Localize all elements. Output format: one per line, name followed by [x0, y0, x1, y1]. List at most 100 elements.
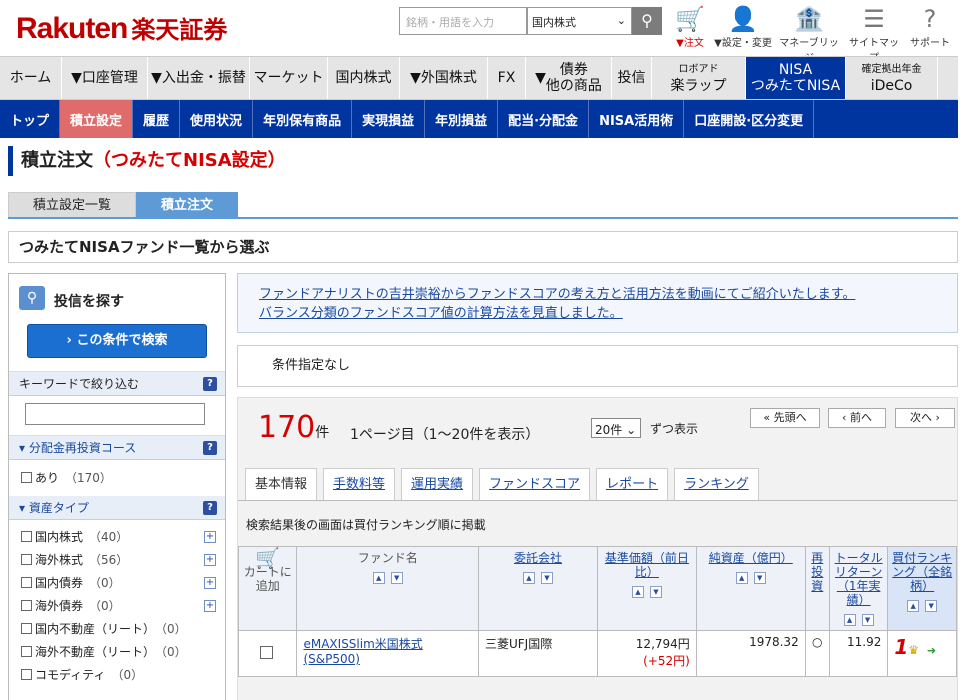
expand-icon[interactable]: +: [204, 531, 216, 543]
filter-asset-commodity[interactable]: コモディティ （0）: [9, 664, 225, 687]
prev-page-button[interactable]: ‹ 前へ: [828, 408, 886, 428]
sort-asc-icon[interactable]: ▲: [522, 572, 535, 584]
filter-asset-foreign-stock[interactable]: 海外株式 （56） +: [9, 549, 225, 572]
notice-link-score[interactable]: バランス分類のファンドスコア値の計算方法を見直しました。: [259, 304, 957, 323]
subnav-realized[interactable]: 実現損益: [352, 100, 426, 138]
keyword-input[interactable]: [25, 403, 205, 425]
nav-domestic-stock[interactable]: 国内株式: [328, 57, 400, 99]
bonds-line1: 債券: [559, 62, 588, 78]
subnav-top[interactable]: トップ: [0, 100, 61, 138]
nav-market[interactable]: マーケット: [250, 57, 328, 99]
checkbox[interactable]: [21, 600, 32, 611]
nav-nisa[interactable]: NISA つみたてNISA: [746, 57, 846, 99]
tab-report[interactable]: レポート: [596, 468, 669, 500]
subnav-annual-pl[interactable]: 年別損益: [425, 100, 499, 138]
trend-arrow-icon: ➜: [926, 644, 937, 657]
tab-fund-score[interactable]: ファンドスコア: [479, 468, 591, 500]
filter-asset-jp-bond[interactable]: 国内債券 （0） +: [9, 572, 225, 595]
filter-asset-foreign-reit[interactable]: 海外不動産（リート） （0）: [9, 641, 225, 664]
nav-home[interactable]: ホーム: [0, 57, 62, 99]
nav-fx[interactable]: FX: [488, 57, 526, 99]
expand-icon[interactable]: +: [204, 600, 216, 612]
fund-name-link[interactable]: eMAXISSlim米国株式(S&P500): [303, 637, 422, 666]
settings-menu[interactable]: 👤 ▼設定・変更: [712, 4, 774, 49]
col-cart-label: カートに追加: [243, 565, 292, 593]
next-page-button[interactable]: 次へ ›: [895, 408, 955, 428]
filter-asset-jp-reit[interactable]: 国内不動産（リート） （0）: [9, 618, 225, 641]
col-assets-label[interactable]: 純資産（億円）: [709, 551, 793, 565]
expand-icon[interactable]: +: [204, 577, 216, 589]
sort-desc-icon[interactable]: ▼: [861, 614, 874, 626]
logo-text: Rakuten: [16, 12, 128, 45]
reinvest-header[interactable]: ▾ 分配金再投資コース ?: [9, 436, 225, 460]
sort-asc-icon[interactable]: ▲: [631, 586, 644, 598]
search-input[interactable]: 銘柄・用語を入力: [399, 7, 527, 35]
first-page-button[interactable]: « 先頭へ: [750, 408, 820, 428]
col-company-label[interactable]: 委託会社: [514, 551, 562, 565]
tab-fees[interactable]: 手数料等: [323, 468, 396, 500]
page-title-sub: （つみたてNISA設定）: [93, 150, 286, 171]
help-icon[interactable]: ?: [203, 441, 217, 455]
checkbox[interactable]: [21, 472, 32, 483]
nav-ideco[interactable]: 確定拠出年金 iDeCo: [846, 57, 938, 99]
search-scope-select[interactable]: 国内株式 ⌄: [527, 7, 632, 35]
subnav-dividends[interactable]: 配当·分配金: [498, 100, 590, 138]
tab-settings-list[interactable]: 積立設定一覧: [8, 192, 137, 218]
search-condition-button[interactable]: › この条件で検索: [27, 324, 207, 358]
subnav-holdings[interactable]: 年別保有商品: [253, 100, 353, 138]
subnav-account-open[interactable]: 口座開設·区分変更: [684, 100, 815, 138]
nav-account[interactable]: ▼口座管理: [62, 57, 148, 99]
add-to-cart-checkbox[interactable]: [259, 646, 273, 659]
tab-ranking[interactable]: ランキング: [674, 468, 759, 500]
help-icon[interactable]: ?: [203, 377, 217, 391]
asset-type-header[interactable]: ▾ 資産タイプ ?: [9, 496, 225, 520]
subnav-history[interactable]: 履歴: [133, 100, 181, 138]
tab-basic-info[interactable]: 基本情報: [245, 468, 318, 500]
col-reinvest-label[interactable]: 再投資: [811, 551, 823, 593]
sitemap-link[interactable]: ☰ サイトマップ: [845, 4, 903, 64]
order-menu[interactable]: 🛒 ▼注文: [668, 4, 712, 49]
checkbox[interactable]: [21, 623, 32, 634]
per-page-select[interactable]: 20件 ⌄: [591, 418, 641, 438]
support-link[interactable]: ? サポート: [907, 4, 953, 49]
notice-link-video[interactable]: ファンドアナリストの吉井崇裕からファンドスコアの考え方と活用方法を動画にてご紹介…: [259, 285, 957, 304]
nav-bonds-other[interactable]: ▼ 債券 他の商品: [526, 57, 612, 99]
tab-order[interactable]: 積立注文: [136, 192, 239, 218]
filter-asset-foreign-bond[interactable]: 海外債券 （0） +: [9, 595, 225, 618]
nav-funds[interactable]: 投信: [612, 57, 652, 99]
col-nav-label[interactable]: 基準価額（前日比）: [605, 551, 689, 579]
rakuten-logo[interactable]: Rakuten 楽天証券: [16, 10, 227, 46]
checkbox[interactable]: [21, 554, 32, 565]
search-button[interactable]: ⚲: [632, 7, 662, 35]
nav-deposit[interactable]: ▼入出金・振替: [148, 57, 250, 99]
col-ranking-label[interactable]: 買付ランキング（全銘柄）: [892, 551, 952, 593]
help-icon[interactable]: ?: [203, 501, 217, 515]
checkbox[interactable]: [21, 577, 32, 588]
checkbox[interactable]: [21, 669, 32, 680]
subnav-nisa-tips[interactable]: NISA活用術: [589, 100, 685, 138]
sort-desc-icon[interactable]: ▼: [753, 572, 766, 584]
crown-icon: ♛: [908, 643, 920, 657]
sort-asc-icon[interactable]: ▲: [843, 614, 856, 626]
sort-desc-icon[interactable]: ▼: [925, 600, 938, 612]
col-cart: 🛒 カートに追加: [237, 546, 298, 631]
col-return-label[interactable]: トータルリターン（1年実績）: [835, 551, 883, 607]
filter-reinvest-yes[interactable]: あり （170）: [9, 460, 225, 496]
sort-desc-icon[interactable]: ▼: [540, 572, 553, 584]
nav-rakuwrap[interactable]: ロボアド 楽ラップ: [652, 57, 746, 99]
filter-asset-jp-stock[interactable]: 国内株式 （40） +: [9, 526, 225, 549]
checkbox[interactable]: [21, 646, 32, 657]
sort-desc-icon[interactable]: ▼: [390, 572, 403, 584]
sort-desc-icon[interactable]: ▼: [649, 586, 662, 598]
expand-icon[interactable]: +: [204, 554, 216, 566]
subnav-settings[interactable]: 積立設定: [60, 100, 134, 138]
section-heading: つみたてNISAファンド一覧から選ぶ: [8, 231, 958, 263]
money-bridge-link[interactable]: 🏦 マネーブリッジ: [777, 4, 841, 64]
sort-asc-icon[interactable]: ▲: [735, 572, 748, 584]
sort-asc-icon[interactable]: ▲: [372, 572, 385, 584]
nav-foreign-stock[interactable]: ▼外国株式: [400, 57, 488, 99]
tab-performance[interactable]: 運用実績: [401, 468, 474, 500]
checkbox[interactable]: [21, 531, 32, 542]
sort-asc-icon[interactable]: ▲: [907, 600, 920, 612]
subnav-usage[interactable]: 使用状況: [180, 100, 254, 138]
